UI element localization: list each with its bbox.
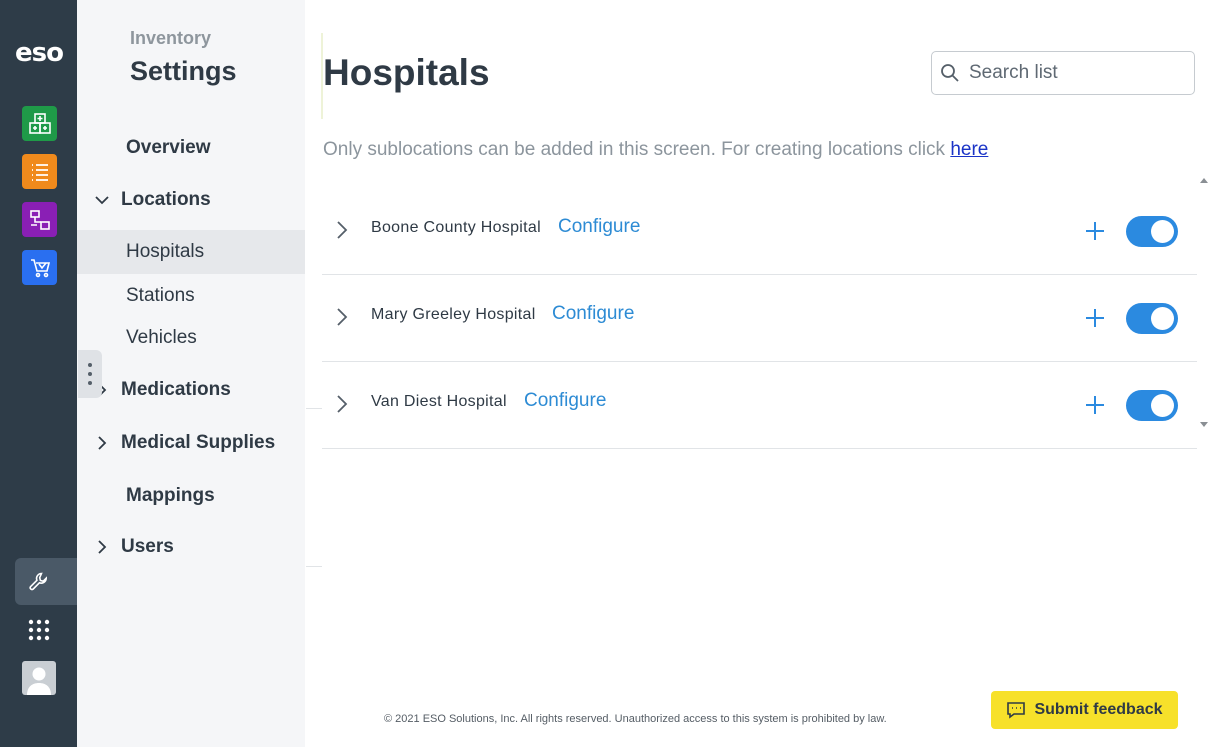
- page-title: Hospitals: [323, 52, 490, 93]
- sidebar-item-overview[interactable]: Overview: [77, 128, 305, 168]
- scroll-down-arrow[interactable]: [1200, 422, 1208, 427]
- copyright-text: © 2021 ESO Solutions, Inc. All rights re…: [384, 713, 887, 725]
- hospital-name: Mary Greeley Hospital: [371, 306, 536, 323]
- chevron-down-icon: [95, 193, 109, 207]
- sidebar-item-label: Overview: [126, 137, 211, 158]
- chevron-right-icon: [95, 436, 109, 450]
- sidebar-item-hospitals[interactable]: Hospitals: [77, 230, 305, 274]
- sidebar-subtitle: Inventory: [130, 28, 212, 48]
- enabled-toggle[interactable]: [1126, 216, 1178, 247]
- sidebar-item-label: Locations: [121, 189, 211, 210]
- hospital-list: Boone County Hospital Configure Mary Gre…: [322, 188, 1197, 449]
- sidebar-item-label: Medications: [121, 379, 231, 400]
- search-icon: [941, 64, 959, 82]
- chevron-right-icon[interactable]: [334, 307, 350, 327]
- sidebar-item-label: Mappings: [126, 485, 215, 506]
- divider: [306, 408, 322, 409]
- configure-link[interactable]: Configure: [524, 390, 606, 412]
- sidebar-item-label: Hospitals: [126, 241, 205, 262]
- sidebar-item-label: Users: [121, 536, 174, 557]
- add-sublocation-icon[interactable]: [1084, 220, 1106, 242]
- configure-link[interactable]: Configure: [552, 303, 634, 325]
- feedback-label: Submit feedback: [1034, 701, 1163, 718]
- submit-feedback-button[interactable]: Submit feedback: [991, 691, 1178, 729]
- list-item: Boone County Hospital Configure: [322, 188, 1197, 275]
- divider: [306, 566, 322, 567]
- hospital-grid-icon[interactable]: [22, 106, 57, 141]
- workflow-icon[interactable]: [22, 202, 57, 237]
- app-grid-icon[interactable]: [28, 619, 50, 641]
- avatar[interactable]: [22, 661, 56, 695]
- create-location-link[interactable]: here: [950, 139, 988, 160]
- sidebar-item-stations[interactable]: Stations: [77, 276, 305, 316]
- cart-icon[interactable]: [22, 250, 57, 285]
- settings-sidebar: Inventory Settings Overview Locations Ho…: [77, 0, 305, 747]
- enabled-toggle[interactable]: [1126, 303, 1178, 334]
- search-box[interactable]: [931, 51, 1195, 95]
- chevron-right-icon: [95, 540, 109, 554]
- sidebar-item-mappings[interactable]: Mappings: [77, 476, 305, 516]
- sidebar-item-vehicles[interactable]: Vehicles: [77, 318, 305, 358]
- sidebar-title: Settings: [130, 56, 237, 86]
- enabled-toggle[interactable]: [1126, 390, 1178, 421]
- chevron-right-icon[interactable]: [334, 220, 350, 240]
- chevron-right-icon[interactable]: [334, 394, 350, 414]
- chat-icon: [1007, 702, 1026, 719]
- hospital-name: Boone County Hospital: [371, 219, 541, 236]
- list-item: Van Diest Hospital Configure: [322, 362, 1197, 449]
- add-sublocation-icon[interactable]: [1084, 307, 1106, 329]
- list-item: Mary Greeley Hospital Configure: [322, 275, 1197, 362]
- sidebar-item-label: Medical Supplies: [121, 432, 276, 453]
- configure-link[interactable]: Configure: [558, 216, 640, 238]
- wrench-icon[interactable]: [15, 558, 77, 605]
- sidebar-item-medical-supplies[interactable]: Medical Supplies: [77, 423, 305, 463]
- sidebar-item-medications[interactable]: Medications: [77, 370, 305, 410]
- eso-logo: eso: [15, 38, 64, 68]
- sidebar-item-locations[interactable]: Locations: [77, 180, 305, 220]
- sidebar-resize-handle[interactable]: [78, 350, 102, 398]
- sidebar-item-label: Stations: [126, 285, 195, 306]
- search-input[interactable]: [969, 62, 1179, 84]
- hospital-name: Van Diest Hospital: [371, 393, 507, 410]
- sidebar-item-users[interactable]: Users: [77, 527, 305, 567]
- scroll-up-arrow[interactable]: [1200, 178, 1208, 183]
- info-text: Only sublocations can be added in this s…: [323, 139, 989, 160]
- sidebar-item-label: Vehicles: [126, 327, 197, 348]
- app-rail: eso: [0, 0, 77, 747]
- list-icon[interactable]: [22, 154, 57, 189]
- add-sublocation-icon[interactable]: [1084, 394, 1106, 416]
